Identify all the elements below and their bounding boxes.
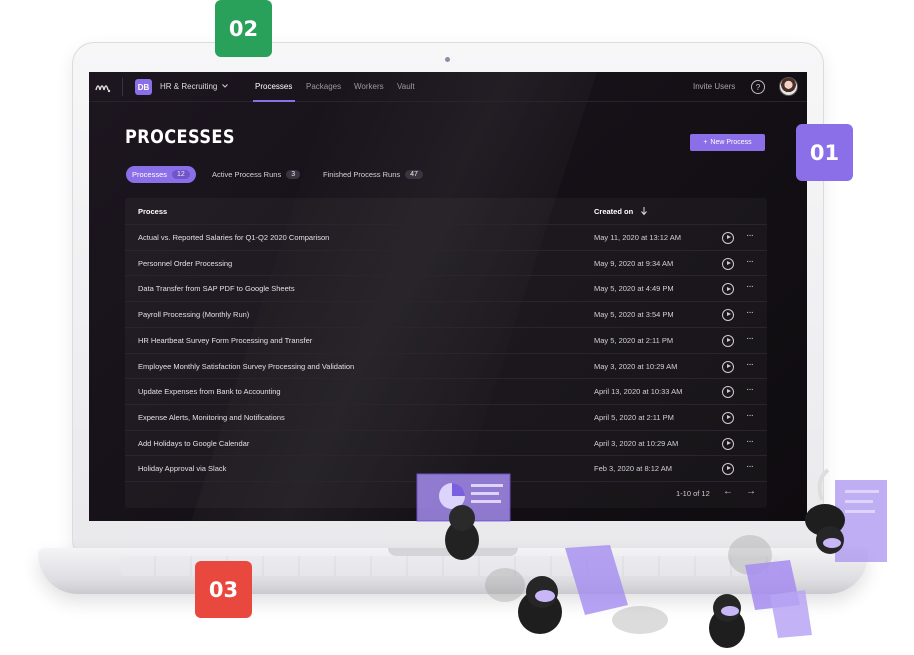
tab-active-process-runs[interactable]: Active Process Runs 3: [212, 166, 301, 183]
nav-processes[interactable]: Processes: [255, 82, 292, 91]
table-row[interactable]: Personnel Order Processing May 9, 2020 at…: [125, 249, 767, 276]
play-icon[interactable]: [722, 360, 734, 373]
table-row[interactable]: Employee Monthly Satisfaction Survey Pro…: [125, 352, 767, 379]
process-name[interactable]: Add Holidays to Google Calendar: [138, 439, 249, 448]
new-process-label: New Process: [710, 139, 752, 146]
table-row[interactable]: Actual vs. Reported Salaries for Q1-Q2 2…: [125, 224, 767, 250]
top-bar: DB HR & Recruiting Processes Packages Wo…: [89, 72, 807, 102]
tab-finished-process-runs[interactable]: Finished Process Runs 47: [323, 166, 423, 183]
topbar-divider: [122, 78, 123, 96]
nav-active-indicator: [253, 100, 295, 102]
help-icon[interactable]: ?: [751, 80, 765, 94]
step-badge-02: 02: [215, 0, 272, 57]
tab-count: 12: [172, 170, 190, 179]
created-date: May 5, 2020 at 4:49 PM: [594, 284, 674, 294]
nav-vault[interactable]: Vault: [397, 82, 415, 91]
process-name[interactable]: Expense Alerts, Monitoring and Notificat…: [138, 413, 285, 422]
created-date: May 11, 2020 at 13:12 AM: [594, 233, 682, 242]
tab-label: Active Process Runs: [212, 170, 282, 179]
tab-processes[interactable]: Processes 12: [126, 166, 196, 183]
created-date: May 5, 2020 at 2:11 PM: [594, 335, 674, 345]
process-name[interactable]: Employee Monthly Satisfaction Survey Pro…: [138, 362, 354, 371]
play-icon[interactable]: [722, 463, 734, 476]
more-icon[interactable]: ···: [746, 333, 754, 344]
created-date: April 5, 2020 at 2:11 PM: [594, 412, 674, 422]
play-icon[interactable]: [722, 232, 734, 244]
chevron-down-icon[interactable]: [221, 82, 229, 90]
process-name[interactable]: Update Expenses from Bank to Accounting: [138, 387, 281, 396]
table-row[interactable]: Data Transfer from SAP PDF to Google She…: [125, 275, 767, 301]
play-icon[interactable]: [722, 334, 734, 347]
camera-dot: [445, 57, 450, 62]
column-header-created-on[interactable]: Created on: [594, 207, 633, 216]
nav-packages[interactable]: Packages: [306, 82, 341, 91]
process-name[interactable]: Actual vs. Reported Salaries for Q1-Q2 2…: [138, 233, 329, 242]
plus-icon: +: [703, 139, 708, 146]
play-icon[interactable]: [722, 386, 734, 399]
avatar[interactable]: [779, 77, 798, 96]
step-badge-03: 03: [195, 561, 252, 618]
more-icon[interactable]: ···: [746, 256, 754, 267]
play-icon[interactable]: [722, 309, 734, 322]
process-name[interactable]: Holiday Approval via Slack: [138, 464, 226, 473]
more-icon[interactable]: ···: [746, 384, 754, 395]
created-date: April 13, 2020 at 10:33 AM: [594, 387, 683, 397]
tab-label: Processes: [132, 170, 168, 179]
more-icon[interactable]: ···: [746, 359, 754, 370]
created-date: April 3, 2020 at 10:29 AM: [594, 438, 679, 448]
nav-workers[interactable]: Workers: [354, 82, 384, 91]
more-icon[interactable]: ···: [746, 410, 754, 421]
arrow-right-icon[interactable]: →: [746, 486, 756, 497]
table-row[interactable]: Add Holidays to Google Calendar April 3, …: [125, 429, 767, 456]
process-name[interactable]: Payroll Processing (Monthly Run): [138, 310, 249, 319]
play-icon[interactable]: [722, 283, 734, 296]
created-date: May 9, 2020 at 9:34 AM: [594, 258, 674, 268]
more-icon[interactable]: ···: [746, 281, 754, 292]
process-name[interactable]: Data Transfer from SAP PDF to Google She…: [138, 284, 295, 293]
more-icon[interactable]: ···: [746, 461, 754, 472]
sort-down-icon[interactable]: [640, 206, 648, 216]
workspace-badge[interactable]: DB: [135, 79, 152, 95]
table-row[interactable]: HR Heartbeat Survey Form Processing and …: [125, 326, 767, 353]
page-title: PROCESSES: [125, 126, 235, 148]
table-row[interactable]: Expense Alerts, Monitoring and Notificat…: [125, 403, 767, 430]
column-header-process[interactable]: Process: [138, 207, 167, 216]
workspace-name[interactable]: HR & Recruiting: [160, 82, 217, 91]
logo-icon[interactable]: [95, 80, 111, 94]
new-process-button[interactable]: + New Process: [690, 134, 765, 151]
play-icon[interactable]: [722, 257, 734, 270]
process-table: Process Created on Actual vs. Reported S…: [125, 198, 767, 508]
process-name[interactable]: Personnel Order Processing: [138, 259, 232, 268]
tab-count: 3: [286, 170, 301, 179]
created-date: May 3, 2020 at 10:29 AM: [594, 361, 678, 371]
table-footer: [125, 481, 767, 509]
table-row[interactable]: Holiday Approval via Slack Feb 3, 2020 at…: [125, 455, 767, 481]
table-row[interactable]: Payroll Processing (Monthly Run) May 5, 2…: [125, 301, 767, 327]
more-icon[interactable]: ···: [746, 436, 754, 447]
more-icon[interactable]: ···: [746, 307, 754, 318]
pagination-text: 1-10 of 12: [676, 489, 710, 498]
play-icon[interactable]: [722, 411, 734, 424]
process-name[interactable]: HR Heartbeat Survey Form Processing and …: [138, 336, 312, 345]
tab-count: 47: [405, 170, 423, 179]
more-icon[interactable]: ···: [746, 230, 754, 241]
table-row[interactable]: Update Expenses from Bank to Accounting A…: [125, 378, 767, 404]
invite-users-link[interactable]: Invite Users: [693, 82, 735, 91]
play-icon[interactable]: [722, 437, 734, 450]
tab-label: Finished Process Runs: [323, 170, 401, 179]
step-badge-01: 01: [796, 124, 853, 181]
laptop-notch: [388, 548, 518, 556]
arrow-left-icon[interactable]: ←: [723, 486, 733, 497]
created-date: Feb 3, 2020 at 8:12 AM: [594, 464, 672, 474]
created-date: May 5, 2020 at 3:54 PM: [594, 310, 674, 320]
app-screen: DB HR & Recruiting Processes Packages Wo…: [89, 72, 807, 521]
